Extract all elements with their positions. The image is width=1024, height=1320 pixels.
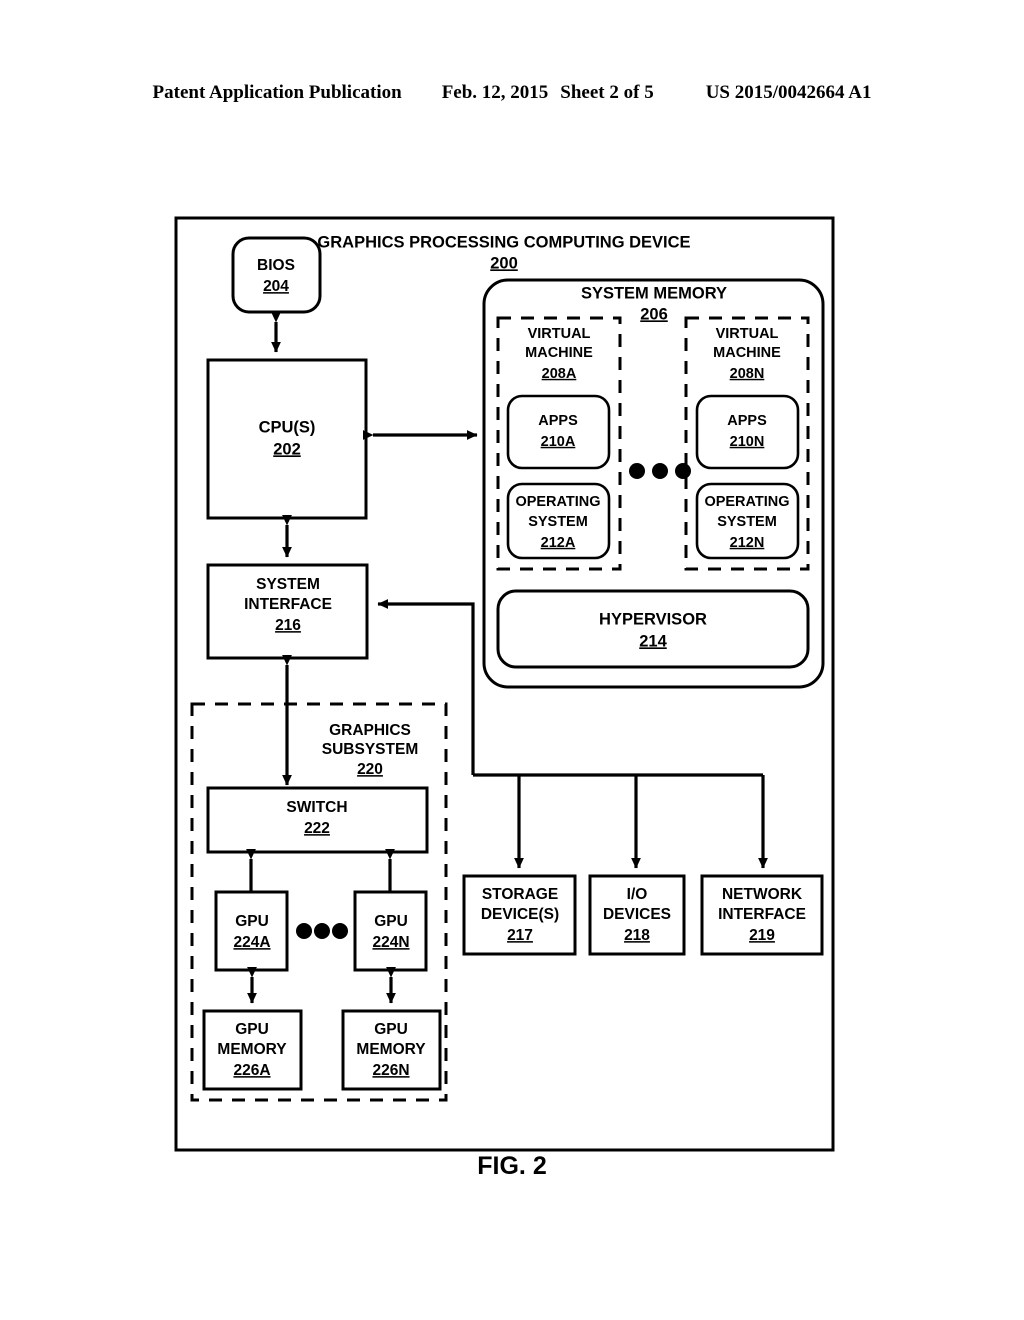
- gpu-memory-a-ref: 226A: [233, 1062, 270, 1079]
- gpu-memory-n-line2: MEMORY: [356, 1041, 426, 1058]
- system-memory-ref: 206: [640, 305, 668, 323]
- figure-2-diagram: GRAPHICS PROCESSING COMPUTING DEVICE 200…: [0, 0, 1024, 1320]
- gpu-a-label: GPU: [235, 913, 269, 930]
- system-interface-line1: SYSTEM: [256, 576, 320, 593]
- gpu-memory-n-line1: GPU: [374, 1021, 408, 1038]
- network-interface-line2: INTERFACE: [718, 906, 806, 923]
- switch-label: SWITCH: [286, 799, 347, 816]
- gpu-n-label: GPU: [374, 913, 408, 930]
- operating-system-n-line2: SYSTEM: [717, 514, 777, 530]
- operating-system-a-line2: SYSTEM: [528, 514, 588, 530]
- io-devices-ref: 218: [624, 927, 650, 944]
- operating-system-a-line1: OPERATING: [515, 494, 600, 510]
- gpu-memory-a-line1: GPU: [235, 1021, 269, 1038]
- virtual-machine-a-ref: 208A: [542, 366, 577, 382]
- hypervisor-box: [496, 589, 810, 669]
- apps-n-label: APPS: [727, 413, 767, 429]
- storage-devices-line2: DEVICE(S): [481, 906, 559, 923]
- apps-a-box: [506, 394, 611, 470]
- vm-ellipsis-icon: [629, 463, 691, 479]
- network-interface-line1: NETWORK: [722, 886, 803, 903]
- apps-a-ref: 210A: [541, 434, 576, 450]
- bios-box: [231, 236, 322, 314]
- gpu-a-box: [214, 890, 289, 972]
- storage-devices-ref: 217: [507, 927, 533, 944]
- virtual-machine-n-line2: MACHINE: [713, 345, 781, 361]
- gpu-n-ref: 224N: [372, 934, 409, 951]
- gpu-memory-a-line2: MEMORY: [217, 1041, 287, 1058]
- cpu-label: CPU(S): [259, 418, 316, 436]
- apps-n-ref: 210N: [730, 434, 765, 450]
- io-devices-line2: DEVICES: [603, 906, 671, 923]
- system-interface-ref: 216: [275, 617, 301, 634]
- storage-devices-line1: STORAGE: [482, 886, 558, 903]
- network-interface-ref: 219: [749, 927, 775, 944]
- apps-a-label: APPS: [538, 413, 578, 429]
- gpu-ellipsis-icon: [296, 923, 348, 939]
- graphics-subsystem-line2: SUBSYSTEM: [322, 741, 418, 758]
- gpu-n-box: [353, 890, 428, 972]
- cpu-box: [206, 358, 368, 520]
- gpu-a-ref: 224A: [233, 934, 270, 951]
- operating-system-a-ref: 212A: [541, 535, 576, 551]
- system-memory-title: SYSTEM MEMORY: [581, 284, 727, 302]
- system-interface-line2: INTERFACE: [244, 596, 332, 613]
- operating-system-n-ref: 212N: [730, 535, 765, 551]
- outer-device-title: GRAPHICS PROCESSING COMPUTING DEVICE: [317, 233, 690, 251]
- virtual-machine-a-line2: MACHINE: [525, 345, 593, 361]
- figure-caption: FIG. 2: [477, 1152, 547, 1180]
- virtual-machine-n-line1: VIRTUAL: [716, 326, 779, 342]
- graphics-subsystem-ref: 220: [357, 761, 383, 778]
- operating-system-n-line1: OPERATING: [704, 494, 789, 510]
- bios-label: BIOS: [257, 257, 295, 274]
- hypervisor-ref: 214: [639, 632, 667, 650]
- virtual-machine-n-ref: 208N: [730, 366, 765, 382]
- switch-ref: 222: [304, 820, 330, 837]
- hypervisor-label: HYPERVISOR: [599, 610, 707, 628]
- bios-ref: 204: [263, 278, 289, 295]
- gpu-memory-n-ref: 226N: [372, 1062, 409, 1079]
- virtual-machine-a-line1: VIRTUAL: [528, 326, 591, 342]
- io-devices-line1: I/O: [627, 886, 648, 903]
- graphics-subsystem-line1: GRAPHICS: [329, 722, 411, 739]
- cpu-ref: 202: [273, 440, 301, 458]
- outer-device-ref: 200: [490, 254, 518, 272]
- apps-n-box: [695, 394, 800, 470]
